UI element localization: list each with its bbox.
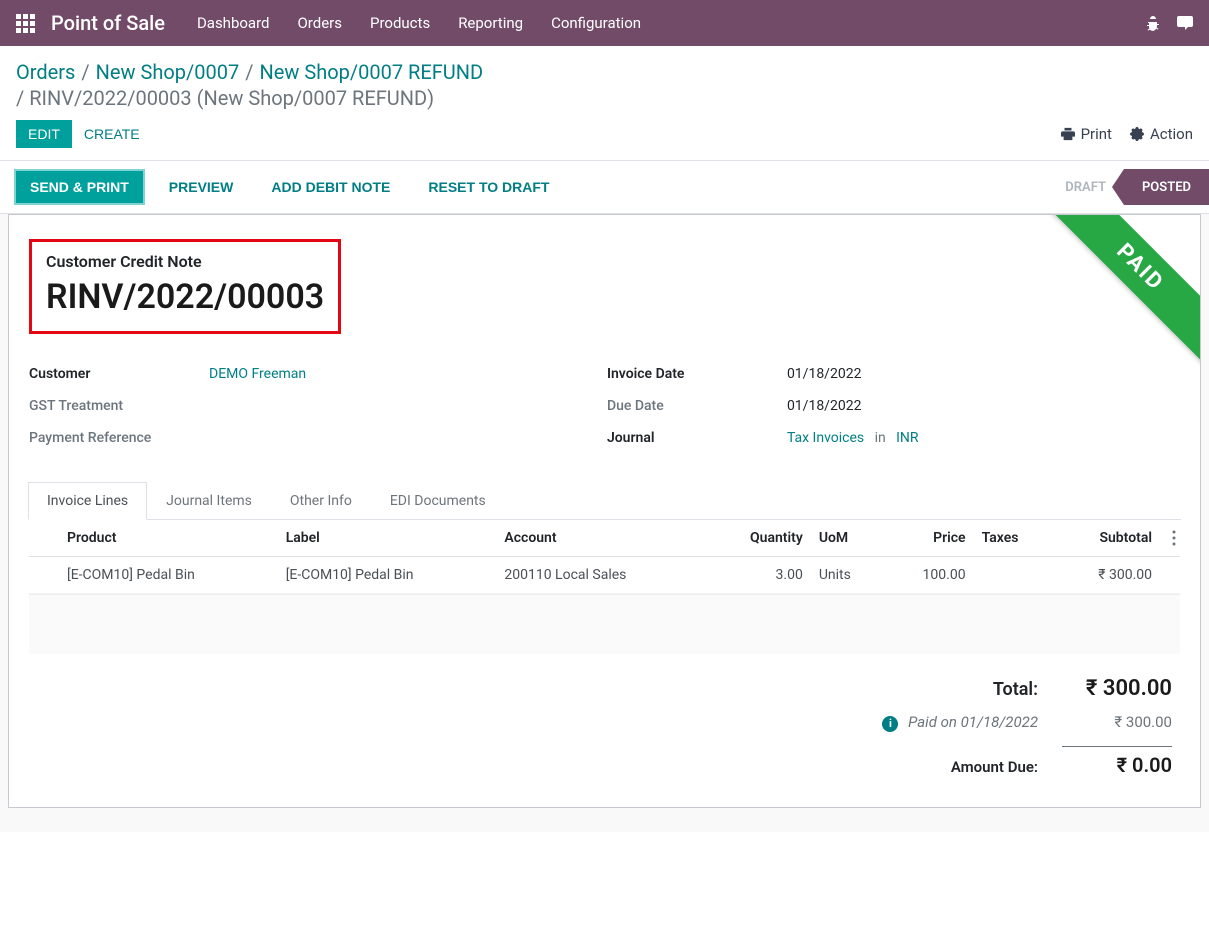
gst-treatment-label: GST Treatment [29, 398, 209, 414]
breadcrumb-current-row: / RINV/2022/00003 (New Shop/0007 REFUND) [0, 84, 1209, 110]
cell-uom: Units [811, 557, 884, 594]
paid-on-label[interactable]: i Paid on 01/18/2022 [882, 713, 1038, 732]
nav-products[interactable]: Products [370, 14, 430, 32]
top-nav: Point of Sale Dashboard Orders Products … [0, 0, 1209, 46]
add-debit-note-button[interactable]: Add Debit Note [259, 173, 402, 201]
gear-icon [1130, 127, 1144, 141]
info-icon: i [882, 716, 898, 732]
amount-due-value: ₹ 0.00 [1062, 746, 1172, 777]
breadcrumb-sep: / [245, 60, 253, 84]
control-panel: Edit Create Print Action [0, 110, 1209, 161]
cell-taxes [974, 557, 1054, 594]
credit-note-label: Customer Credit Note [46, 252, 324, 271]
payment-reference-label: Payment Reference [29, 430, 209, 446]
status-posted[interactable]: POSTED [1124, 169, 1209, 205]
cell-account: 200110 Local Sales [496, 557, 706, 594]
th-product[interactable]: Product [59, 520, 278, 557]
nav-orders[interactable]: Orders [297, 14, 342, 32]
credit-note-number: RINV/2022/00003 [46, 277, 324, 317]
preview-button[interactable]: Preview [157, 173, 246, 201]
nav-reporting[interactable]: Reporting [458, 14, 523, 32]
due-date-label: Due Date [607, 398, 787, 414]
action-button[interactable]: Action [1130, 125, 1193, 143]
journal-label: Journal [607, 430, 787, 446]
create-button[interactable]: Create [72, 120, 152, 148]
cell-product: [E-COM10] Pedal Bin [59, 557, 278, 594]
nav-items: Dashboard Orders Products Reporting Conf… [197, 14, 641, 32]
form-sheet: PAID Customer Credit Note RINV/2022/0000… [8, 214, 1201, 808]
journal-currency[interactable]: INR [896, 430, 918, 446]
table-row[interactable]: [E-COM10] Pedal Bin [E-COM10] Pedal Bin … [29, 557, 1180, 594]
bug-icon[interactable] [1145, 15, 1161, 31]
breadcrumb-sep: / [81, 60, 89, 84]
lines-footer-blank [29, 594, 1180, 654]
nav-configuration[interactable]: Configuration [551, 14, 641, 32]
total-value: ₹ 300.00 [1062, 676, 1172, 701]
journal-in: in [875, 430, 886, 446]
edit-button[interactable]: Edit [16, 120, 72, 148]
print-icon [1061, 127, 1075, 141]
breadcrumb-current: / RINV/2022/00003 (New Shop/0007 REFUND) [16, 86, 434, 110]
nav-dashboard[interactable]: Dashboard [197, 14, 270, 32]
invoice-lines-table: Product Label Account Quantity UoM Price… [29, 520, 1180, 594]
cell-subtotal: ₹ 300.00 [1054, 557, 1160, 594]
kebab-icon [1172, 530, 1176, 546]
total-label: Total: [993, 679, 1038, 700]
print-button[interactable]: Print [1061, 125, 1112, 143]
invoice-date-label: Invoice Date [607, 366, 787, 382]
th-price[interactable]: Price [884, 520, 974, 557]
tab-invoice-lines[interactable]: Invoice Lines [28, 482, 147, 520]
breadcrumb-orders[interactable]: Orders [16, 60, 75, 84]
due-date-value: 01/18/2022 [787, 398, 862, 414]
title-block: Customer Credit Note RINV/2022/00003 [29, 239, 341, 334]
chat-icon[interactable] [1177, 15, 1193, 31]
amount-due-label: Amount Due: [951, 758, 1038, 776]
statusbar: Send & Print Preview Add Debit Note Rese… [0, 161, 1209, 214]
apps-icon[interactable] [16, 14, 35, 33]
th-taxes[interactable]: Taxes [974, 520, 1054, 557]
th-uom[interactable]: UoM [811, 520, 884, 557]
th-label[interactable]: Label [278, 520, 497, 557]
tab-other-info[interactable]: Other Info [271, 482, 371, 520]
paid-on-value: ₹ 300.00 [1062, 713, 1172, 731]
breadcrumb: Orders / New Shop/0007 / New Shop/0007 R… [0, 46, 1209, 84]
cell-price: 100.00 [884, 557, 974, 594]
app-brand[interactable]: Point of Sale [51, 11, 165, 35]
send-print-button[interactable]: Send & Print [16, 171, 143, 203]
status-stages: DRAFT POSTED [1047, 169, 1209, 205]
th-quantity[interactable]: Quantity [706, 520, 811, 557]
customer-value[interactable]: DEMO Freeman [209, 366, 306, 382]
th-subtotal[interactable]: Subtotal [1054, 520, 1160, 557]
breadcrumb-shop[interactable]: New Shop/0007 [96, 60, 240, 84]
tab-journal-items[interactable]: Journal Items [147, 482, 271, 520]
reset-to-draft-button[interactable]: Reset to Draft [416, 173, 561, 201]
th-account[interactable]: Account [496, 520, 706, 557]
cell-quantity: 3.00 [706, 557, 811, 594]
customer-label: Customer [29, 366, 209, 382]
tabs: Invoice Lines Journal Items Other Info E… [28, 482, 1181, 520]
columns-menu-icon[interactable] [1172, 530, 1176, 550]
cell-label: [E-COM10] Pedal Bin [278, 557, 497, 594]
totals: Total: ₹ 300.00 i Paid on 01/18/2022 ₹ 3… [29, 654, 1180, 783]
tab-edi-documents[interactable]: EDI Documents [371, 482, 505, 520]
journal-value[interactable]: Tax Invoices [787, 430, 864, 446]
invoice-date-value: 01/18/2022 [787, 366, 862, 382]
breadcrumb-refund[interactable]: New Shop/0007 REFUND [259, 60, 483, 84]
